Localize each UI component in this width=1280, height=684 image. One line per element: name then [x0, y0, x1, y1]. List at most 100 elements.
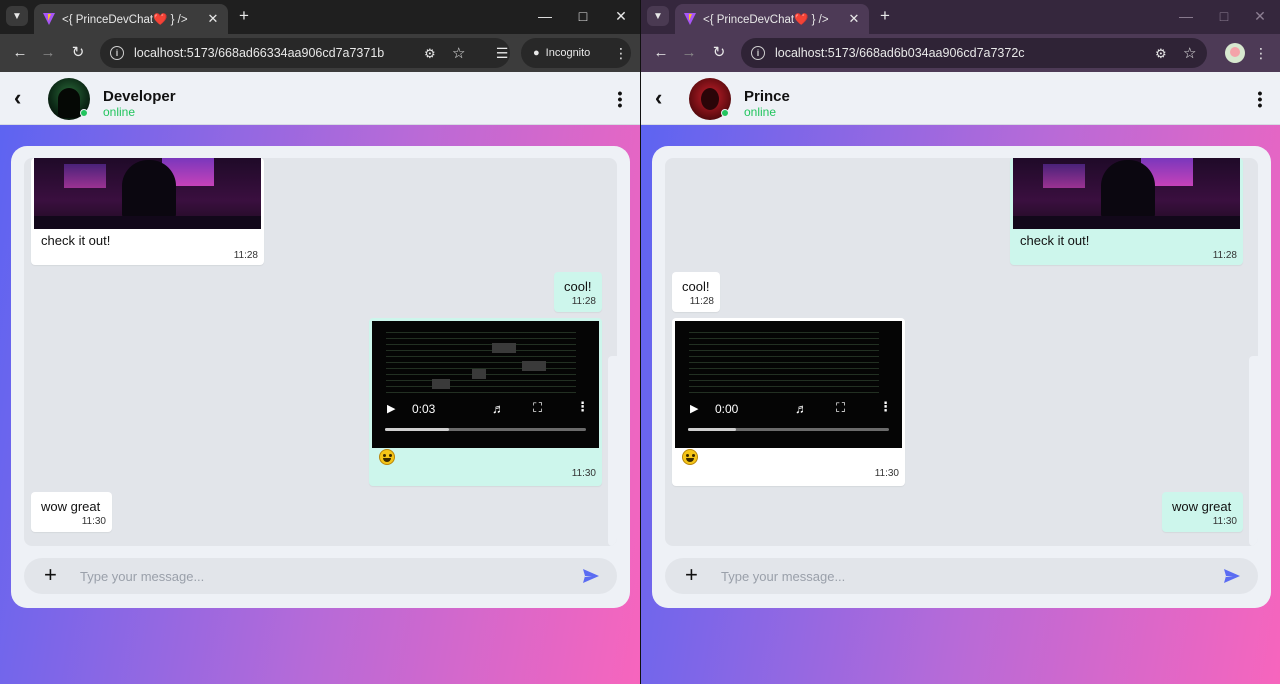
- kebab-icon[interactable]: ⋮: [611, 43, 631, 63]
- smiley-emoji-icon: [379, 449, 395, 465]
- message-composer: +: [24, 558, 617, 594]
- message-time: 11:28: [1212, 250, 1237, 261]
- volume-icon[interactable]: ♬: [492, 401, 505, 416]
- minimize-icon[interactable]: —: [530, 6, 560, 26]
- vite-logo-icon: [42, 12, 56, 26]
- kebab-icon[interactable]: • • •: [1256, 86, 1264, 112]
- address-bar[interactable]: i localhost:5173/668ad6b034aa906cd7a7372…: [741, 38, 1207, 68]
- tab-strip: ▼ <{ PrinceDevChat❤️ } /> ✕ + — □ ✕: [0, 0, 640, 34]
- kebab-icon[interactable]: • • •: [616, 86, 624, 112]
- tab-title: <{ PrinceDevChat❤️ } />: [703, 14, 829, 26]
- chat-card: check it out! 11:28 cool! 11:28 ▶ 0:00 ♬: [652, 146, 1271, 608]
- avatar[interactable]: [1225, 43, 1245, 63]
- fullscreen-icon[interactable]: ⛶: [836, 400, 845, 416]
- close-icon[interactable]: ✕: [606, 6, 636, 26]
- kebab-icon[interactable]: ⋮: [1251, 43, 1271, 63]
- message-image: check it out! 11:28: [1010, 158, 1243, 265]
- plus-icon[interactable]: +: [875, 6, 895, 26]
- star-icon[interactable]: ☆: [452, 44, 465, 62]
- online-indicator: [721, 109, 729, 117]
- browser-toolbar: ← → ↻ i localhost:5173/668ad66334aa906cd…: [0, 34, 640, 72]
- close-icon[interactable]: ✕: [1245, 6, 1275, 26]
- message-list[interactable]: check it out! 11:28 cool! 11:28 ▶ 0:03 ♬…: [24, 158, 617, 546]
- message-text: check it out!: [41, 233, 111, 248]
- arrow-left-icon[interactable]: ←: [10, 43, 30, 63]
- chat-card: check it out! 11:28 cool! 11:28 ▶ 0:03 ♬…: [11, 146, 630, 608]
- video-controls: ▶ 0:03 ♬ ⛶ ⋮: [372, 397, 599, 423]
- browser-tab[interactable]: <{ PrinceDevChat❤️ } /> ✕: [675, 4, 869, 34]
- fullscreen-icon[interactable]: ⛶: [533, 400, 542, 416]
- message-time: 11:30: [571, 468, 596, 479]
- chat-header: ‹ Prince online • • •: [641, 72, 1280, 125]
- address-bar[interactable]: i localhost:5173/668ad66334aa906cd7a7371…: [100, 38, 510, 68]
- chevron-down-icon[interactable]: ▼: [647, 6, 669, 26]
- shared-image[interactable]: [34, 158, 261, 229]
- key-icon[interactable]: ⚙: [1155, 46, 1167, 62]
- message-input[interactable]: [80, 566, 560, 586]
- message-time: 11:30: [874, 468, 899, 479]
- scrollbar[interactable]: [1249, 356, 1258, 546]
- contact-name: Prince: [744, 88, 790, 105]
- key-icon[interactable]: ⚙: [424, 46, 436, 62]
- close-icon[interactable]: ✕: [206, 11, 220, 27]
- message-text-bubble: cool! 11:28: [554, 272, 602, 312]
- send-icon[interactable]: [582, 567, 600, 585]
- chevron-left-icon[interactable]: ‹: [14, 86, 36, 110]
- message-video: ▶ 0:00 ♬ ⛶ ⋮ 11:30: [672, 318, 905, 486]
- contact-status: online: [103, 105, 136, 119]
- message-video: ▶ 0:03 ♬ ⛶ ⋮ 11:30: [369, 318, 602, 486]
- chat-app: ‹ Prince online • • • check it out! 11:28 …: [641, 72, 1280, 684]
- arrow-right-icon[interactable]: →: [38, 43, 58, 63]
- message-text: cool!: [682, 279, 710, 294]
- message-image: check it out! 11:28: [31, 158, 264, 265]
- scrollbar[interactable]: [608, 356, 617, 546]
- url-text: localhost:5173/668ad66334aa906cd7a7371b: [134, 46, 385, 60]
- play-icon[interactable]: ▶: [690, 402, 698, 415]
- send-icon[interactable]: [1223, 567, 1241, 585]
- browser-tab[interactable]: <{ PrinceDevChat❤️ } /> ✕: [34, 4, 228, 34]
- message-list[interactable]: check it out! 11:28 cool! 11:28 ▶ 0:00 ♬: [665, 158, 1258, 546]
- vite-logo-icon: [683, 12, 697, 26]
- chevron-left-icon[interactable]: ‹: [655, 86, 677, 110]
- video-progress[interactable]: [688, 428, 889, 431]
- arrow-left-icon[interactable]: ←: [651, 43, 671, 63]
- message-input[interactable]: [721, 566, 1201, 586]
- chevron-down-icon[interactable]: ▼: [6, 6, 28, 26]
- info-icon[interactable]: i: [751, 46, 765, 60]
- plus-icon[interactable]: +: [44, 564, 57, 586]
- message-text-bubble: cool! 11:28: [672, 272, 720, 312]
- message-text-bubble: wow great 11:30: [1162, 492, 1243, 532]
- browser-window-right: ▼ <{ PrinceDevChat❤️ } /> ✕ + — □ ✕ ← → …: [640, 0, 1280, 684]
- video-progress[interactable]: [385, 428, 586, 431]
- maximize-icon[interactable]: □: [568, 6, 598, 26]
- message-text: check it out!: [1020, 233, 1090, 248]
- message-time: 11:28: [689, 296, 714, 307]
- message-time: 11:30: [81, 516, 106, 527]
- video-time: 0:03: [412, 402, 436, 416]
- plus-icon[interactable]: +: [234, 6, 254, 26]
- info-icon[interactable]: i: [110, 46, 124, 60]
- video-player[interactable]: ▶ 0:03 ♬ ⛶ ⋮: [372, 321, 599, 448]
- chat-app: ‹ Developer online • • • check it out! 11:…: [0, 72, 640, 684]
- video-player[interactable]: ▶ 0:00 ♬ ⛶ ⋮: [675, 321, 902, 448]
- arrow-right-icon[interactable]: →: [679, 43, 699, 63]
- tab-title: <{ PrinceDevChat❤️ } />: [62, 14, 188, 26]
- kebab-icon[interactable]: ⋮: [879, 399, 892, 415]
- reload-icon[interactable]: ↻: [709, 43, 729, 63]
- message-time: 11:30: [1212, 516, 1237, 527]
- play-icon[interactable]: ▶: [387, 402, 395, 415]
- star-icon[interactable]: ☆: [1183, 44, 1196, 62]
- media-controls-icon[interactable]: ☰: [492, 43, 512, 63]
- smiley-emoji-icon: [682, 449, 698, 465]
- maximize-icon[interactable]: □: [1209, 6, 1239, 26]
- kebab-icon[interactable]: ⋮: [576, 399, 589, 415]
- reload-icon[interactable]: ↻: [68, 43, 88, 63]
- minimize-icon[interactable]: —: [1171, 6, 1201, 26]
- video-time: 0:00: [715, 402, 739, 416]
- browser-toolbar: ← → ↻ i localhost:5173/668ad6b034aa906cd…: [641, 34, 1280, 72]
- plus-icon[interactable]: +: [685, 564, 698, 586]
- online-indicator: [80, 109, 88, 117]
- close-icon[interactable]: ✕: [847, 11, 861, 27]
- shared-image[interactable]: [1013, 158, 1240, 229]
- volume-icon[interactable]: ♬: [795, 401, 808, 416]
